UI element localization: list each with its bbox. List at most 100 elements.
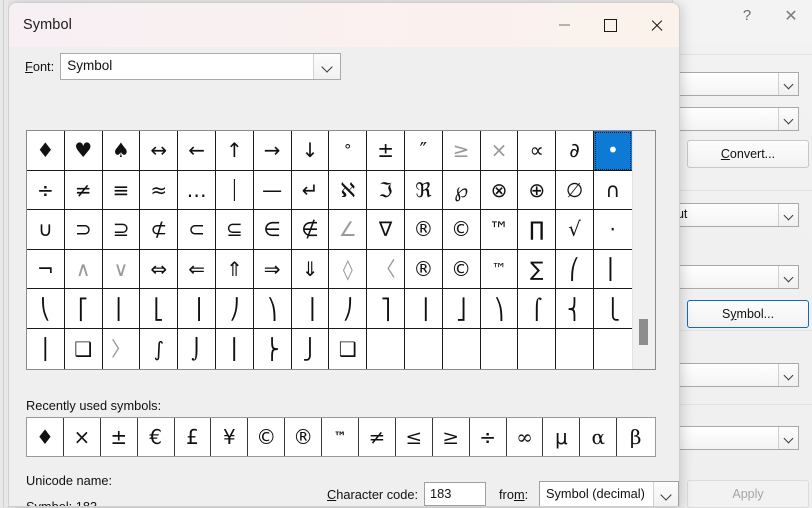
chevron-down-icon[interactable] <box>778 73 798 95</box>
symbol-cell[interactable]: ⎜ <box>593 250 632 290</box>
symbol-cell[interactable] <box>481 328 519 369</box>
symbol-cell[interactable]: ∏ <box>518 210 557 250</box>
symbol-cell[interactable]: ⎤ <box>367 289 405 329</box>
symbol-cell[interactable]: ≥ <box>442 131 481 171</box>
chevron-down-icon[interactable] <box>778 427 798 449</box>
symbol-cell[interactable]: ∧ <box>64 249 103 290</box>
symbol-grid[interactable]: ♦ ♥ ♠ ↔ ← ↑ → ↓ ° ± ″ ≥ × ∝ ∂ • ÷ ≠ ≡ ≈… ⏐ — ↵ ℵ ℑ ℜ ℘ ⊗ ⊕ ∅ ∩ ∪ ⊃ ⊇ ⊄ ⊂ ⊆ ∈ ∉… <box>27 131 632 369</box>
symbol-cell[interactable]: ⎢ <box>102 289 141 329</box>
symbol-cell[interactable]: ° <box>329 131 368 171</box>
close-icon[interactable] <box>633 3 679 47</box>
symbol-cell[interactable]: ♥ <box>64 131 103 171</box>
symbol-grid-scrollbar[interactable] <box>632 131 655 369</box>
scrollbar-thumb[interactable] <box>639 319 648 345</box>
symbol-cell[interactable]: ≠ <box>64 170 103 211</box>
symbol-cell[interactable]: ∈ <box>253 210 292 250</box>
symbol-cell[interactable]: ℵ <box>329 170 368 211</box>
symbol-cell[interactable]: ℜ <box>404 170 443 211</box>
background-combo-1[interactable] <box>663 72 799 96</box>
recently-used-symbols[interactable]: ♦ × ± € £ ¥ © ® ™ ≠ ≤ ≥ ÷ ∞ μ α β <box>26 417 656 457</box>
background-combo-2[interactable] <box>663 107 799 131</box>
recent-symbol-cell[interactable]: β <box>617 418 654 456</box>
symbol-cell[interactable]: ⎟ <box>291 289 330 329</box>
symbol-cell[interactable]: ⊇ <box>102 210 141 250</box>
symbol-cell[interactable]: ⎥ <box>404 289 443 329</box>
symbol-cell[interactable]: ⊕ <box>518 170 557 211</box>
symbol-cell[interactable]: ℘ <box>442 170 481 211</box>
symbol-cell[interactable]: ∝ <box>518 131 557 171</box>
background-combo-4[interactable] <box>663 265 799 289</box>
symbol-cell[interactable]: ⎩ <box>593 289 632 329</box>
recent-symbol-cell[interactable]: £ <box>175 418 212 456</box>
recent-symbol-cell[interactable]: ≥ <box>433 418 470 456</box>
symbol-cell[interactable]: √ <box>556 210 594 250</box>
symbol-cell[interactable]: ⇓ <box>291 249 330 290</box>
symbol-cell[interactable]: ≡ <box>102 170 141 211</box>
symbol-cell[interactable]: ⋅ <box>593 210 632 250</box>
symbol-cell[interactable]: ⇔ <box>140 249 179 290</box>
chevron-down-icon[interactable] <box>653 482 678 506</box>
recent-symbol-cell[interactable]: × <box>64 418 101 456</box>
symbol-cell[interactable]: ⊗ <box>480 170 519 211</box>
symbol-cell[interactable]: ❑ <box>329 328 368 369</box>
symbol-cell[interactable]: ⇒ <box>253 249 292 290</box>
symbol-cell[interactable]: 〉 <box>103 328 141 369</box>
symbol-cell[interactable]: ⇑ <box>215 249 254 290</box>
symbol-cell[interactable]: ⎣ <box>140 289 179 329</box>
symbol-cell[interactable]: ∂ <box>556 131 594 171</box>
symbol-cell[interactable]: ∫ <box>140 328 179 369</box>
recent-symbol-cell[interactable]: ÷ <box>470 418 507 456</box>
symbol-cell[interactable]: ⇐ <box>178 249 216 290</box>
recent-symbol-cell[interactable]: ≤ <box>396 418 433 456</box>
symbol-cell[interactable]: ⎬ <box>254 328 292 369</box>
symbol-cell[interactable]: ⌠ <box>518 289 557 329</box>
symbol-cell[interactable]: ∠ <box>329 210 368 250</box>
symbol-cell[interactable]: ® <box>404 210 443 250</box>
symbol-cell[interactable]: — <box>253 170 292 211</box>
symbol-cell[interactable]: ∑ <box>518 249 557 290</box>
font-combobox[interactable]: Symbol <box>60 53 342 80</box>
symbol-cell[interactable]: ⊃ <box>64 210 103 250</box>
recent-symbol-cell[interactable]: ™ <box>322 418 360 456</box>
symbol-cell[interactable] <box>367 328 405 369</box>
symbol-cell[interactable]: ↓ <box>291 131 330 171</box>
symbol-cell[interactable]: ⎟ <box>178 289 216 329</box>
symbol-cell[interactable]: ⎝ <box>27 289 65 329</box>
symbol-cell[interactable]: ™ <box>480 249 519 290</box>
symbol-cell[interactable]: ❑ <box>65 328 103 369</box>
background-combo-3[interactable]: out <box>663 203 799 227</box>
close-icon[interactable]: ✕ <box>769 0 812 31</box>
symbol-cell[interactable]: ↔ <box>140 131 179 171</box>
symbol-cell[interactable]: ⌡ <box>178 328 216 369</box>
apply-button[interactable]: Apply <box>687 480 809 508</box>
symbol-cell[interactable]: ⎞ <box>253 289 292 329</box>
convert-button[interactable]: Convert... <box>687 140 809 168</box>
symbol-cell[interactable]: ¬ <box>27 249 65 290</box>
symbol-cell[interactable]: ≈ <box>140 170 179 211</box>
symbol-cell[interactable]: ♠ <box>102 131 141 171</box>
symbol-cell[interactable]: ⎭ <box>292 328 330 369</box>
symbol-cell-selected[interactable]: • <box>593 131 632 171</box>
symbol-cell[interactable] <box>594 329 632 369</box>
symbol-cell[interactable]: ∩ <box>593 171 632 211</box>
symbol-cell[interactable]: ♦ <box>27 131 65 171</box>
symbol-cell[interactable]: ⎠ <box>329 289 368 329</box>
recent-symbol-cell[interactable]: ≠ <box>359 418 396 456</box>
symbol-cell[interactable]: ⊂ <box>178 210 216 250</box>
symbol-cell[interactable]: ∅ <box>556 170 594 211</box>
from-combobox[interactable]: Symbol (decimal) <box>539 481 679 506</box>
symbol-cell[interactable]: 〈 <box>367 249 405 290</box>
symbol-cell[interactable]: ⎠ <box>215 289 254 329</box>
symbol-cell[interactable]: ∉ <box>291 210 330 250</box>
symbol-cell[interactable]: ℑ <box>367 170 405 211</box>
symbol-cell[interactable]: ⎡ <box>64 289 103 329</box>
symbol-cell[interactable]: ⎛ <box>556 249 594 290</box>
recent-symbol-cell[interactable]: € <box>138 418 175 456</box>
symbol-cell[interactable]: ◊ <box>329 249 368 290</box>
chevron-down-icon[interactable] <box>778 364 798 386</box>
background-combo-5[interactable] <box>663 363 799 387</box>
symbol-cell[interactable]: © <box>442 210 481 250</box>
symbol-cell[interactable] <box>405 328 443 369</box>
maximize-icon[interactable] <box>587 3 633 47</box>
chevron-down-icon[interactable] <box>778 108 798 130</box>
